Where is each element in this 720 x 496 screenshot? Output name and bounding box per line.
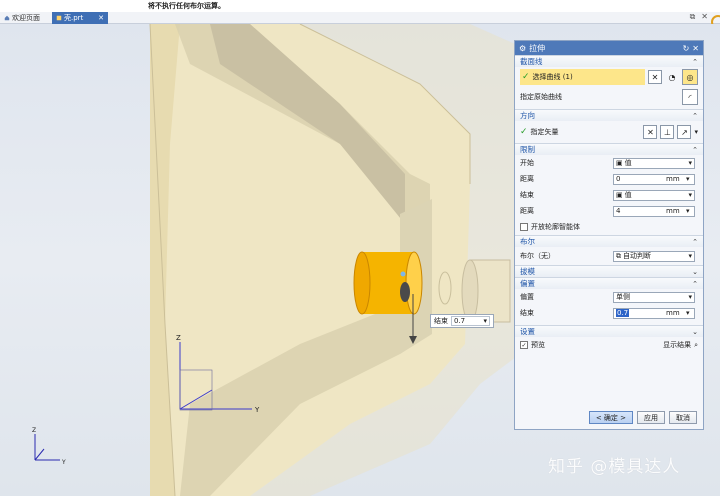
- section-header-offset[interactable]: 偏置 ⌃: [515, 277, 703, 289]
- limit-start-row: 开始 ▣ 值 ▾: [515, 155, 703, 171]
- check-icon: ✓: [520, 127, 528, 137]
- chevron-up-icon: ⌃: [692, 111, 698, 120]
- chevron-down-icon: ▾: [688, 159, 692, 167]
- specify-vector-row[interactable]: ✓ 指定矢量 ✕ ⊥ ↗ ▾: [515, 121, 703, 143]
- start-option-select[interactable]: ▣ 值 ▾: [613, 157, 695, 169]
- watermark: 知乎 @模具达人: [548, 457, 681, 477]
- extrude-dialog: ⚙ 拉伸 ↻ ✕ 截面线 ⌃ ✓ 选择曲线 (1) ✕ ◔ ◎ 指定原始曲线 ◜…: [514, 40, 704, 430]
- select-curve-row[interactable]: ✓ 选择曲线 (1) ✕ ◔ ◎: [515, 67, 703, 87]
- open-profile-checkbox[interactable]: [520, 223, 528, 231]
- start-label: 开始: [520, 159, 534, 167]
- tab-close-icon[interactable]: ✕: [98, 12, 104, 24]
- section-header-direction[interactable]: 方向 ⌃: [515, 109, 703, 121]
- chevron-down-icon: ▾: [688, 252, 692, 260]
- section-header-limits[interactable]: 限制 ⌃: [515, 143, 703, 155]
- close-icon[interactable]: ✕: [701, 12, 708, 22]
- limit-tip-label: 结束: [434, 317, 448, 325]
- end-distance-input[interactable]: 4 mm ▾: [613, 205, 695, 217]
- origin-curve-icon[interactable]: ◜: [682, 89, 698, 105]
- limit-tip-value-field[interactable]: 0.7 ▾: [451, 316, 490, 326]
- close-icon[interactable]: ✕: [692, 44, 699, 53]
- top-bar: 将不执行任何布尔运算。 欢迎页面 壳.prt ✕ ⧉ ✕: [0, 0, 720, 29]
- section-header-boolean[interactable]: 布尔 ⌃: [515, 235, 703, 247]
- offset-end-input[interactable]: 0.7 mm ▾: [613, 307, 695, 319]
- start-distance-label: 距离: [520, 175, 534, 183]
- chevron-down-icon[interactable]: ▾: [694, 128, 698, 136]
- boolean-option-select[interactable]: ⧉ 自动判断 ▾: [613, 250, 695, 262]
- boolean-label: 布尔（无）: [520, 252, 555, 260]
- specify-origin-curve-row[interactable]: 指定原始曲线 ◜: [515, 87, 703, 107]
- select-curve-label: 选择曲线 (1): [532, 73, 573, 81]
- preview-row: ✓ 预览 显示结果 ⌕: [515, 337, 703, 353]
- chevron-up-icon: ⌃: [692, 145, 698, 154]
- search-icon[interactable]: ⌕: [694, 341, 698, 350]
- chevron-up-icon: ⌃: [692, 279, 698, 288]
- offset-label: 偏置: [520, 293, 534, 301]
- offset-type-row: 偏置 单侧 ▾: [515, 289, 703, 305]
- csys-y-label: Y: [61, 459, 66, 466]
- cancel-button[interactable]: 取消: [669, 411, 697, 424]
- section-header-draft[interactable]: 拔模 ⌄: [515, 265, 703, 277]
- restore-icon[interactable]: ⧉: [690, 12, 696, 22]
- check-icon: ✓: [522, 72, 530, 82]
- dialog-title-bar: ⚙ 拉伸 ↻ ✕: [515, 41, 703, 55]
- limit-end-row: 结束 ▣ 值 ▾: [515, 187, 703, 203]
- open-profile-label: 开放轮廓智能体: [531, 223, 580, 231]
- start-distance-input[interactable]: 0 mm ▾: [613, 173, 695, 185]
- chevron-down-icon: ▾: [688, 191, 692, 199]
- boolean-row: 布尔（无） ⧉ 自动判断 ▾: [515, 247, 703, 265]
- limit-end-distance-row: 距离 4 mm ▾: [515, 203, 703, 219]
- preview-checkbox[interactable]: ✓: [520, 341, 528, 349]
- curve-icon[interactable]: ◎: [682, 69, 698, 85]
- offset-end-row: 结束 0.7 mm ▾: [515, 305, 703, 321]
- open-profile-row[interactable]: 开放轮廓智能体: [515, 219, 703, 235]
- limit-start-distance-row: 距离 0 mm ▾: [515, 171, 703, 187]
- vector-icon[interactable]: ↗: [677, 125, 692, 139]
- csys-z-label: Z: [32, 427, 36, 434]
- ok-button[interactable]: < 确定 >: [588, 411, 633, 424]
- reverse-direction-icon[interactable]: ⊥: [660, 125, 675, 139]
- preview-label: 预览: [531, 341, 545, 349]
- reset-icon[interactable]: ↻: [683, 44, 690, 53]
- offset-end-label: 结束: [520, 309, 534, 317]
- specify-vector-label: 指定矢量: [530, 128, 559, 136]
- chevron-up-icon: ⌃: [692, 237, 698, 246]
- tab-part[interactable]: 壳.prt ✕: [52, 12, 108, 24]
- value-icon: ▣: [616, 159, 623, 167]
- chevron-down-icon: ▾: [483, 317, 487, 325]
- chevron-down-icon: ⌄: [692, 327, 698, 336]
- chevron-down-icon: ⌄: [692, 267, 698, 276]
- chevron-down-icon: ▾: [686, 175, 690, 183]
- end-option-select[interactable]: ▣ 值 ▾: [613, 189, 695, 201]
- boolean-icon: ⧉: [616, 251, 621, 260]
- value-icon: ▣: [616, 191, 623, 199]
- chevron-down-icon: ▾: [686, 207, 690, 215]
- chevron-down-icon: ▾: [686, 309, 690, 317]
- home-icon: [4, 15, 10, 21]
- section-header-section-curve[interactable]: 截面线 ⌃: [515, 55, 703, 67]
- tab-welcome[interactable]: 欢迎页面: [0, 12, 50, 24]
- chevron-up-icon: ⌃: [692, 57, 698, 66]
- apply-button[interactable]: 应用: [637, 411, 665, 424]
- show-result-label[interactable]: 显示结果: [663, 340, 691, 350]
- dialog-title: 拉伸: [529, 43, 546, 53]
- tab-part-label: 壳.prt: [64, 14, 84, 22]
- window-controls: ⧉ ✕: [690, 12, 708, 22]
- section-header-settings[interactable]: 设置 ⌄: [515, 325, 703, 337]
- document-tab-strip: 欢迎页面 壳.prt ✕ ⧉ ✕: [0, 12, 720, 24]
- dialog-buttons: < 确定 > 应用 取消: [515, 411, 703, 424]
- status-message: 将不执行任何布尔运算。: [148, 2, 225, 10]
- limit-end-onscreen-input: 结束 0.7 ▾: [430, 314, 494, 328]
- tab-welcome-label: 欢迎页面: [12, 14, 40, 22]
- part-file-icon: [56, 15, 62, 21]
- chevron-down-icon: ▾: [688, 293, 692, 301]
- offset-option-select[interactable]: 单侧 ▾: [613, 291, 695, 303]
- specify-origin-curve-label: 指定原始曲线: [520, 93, 562, 101]
- sketch-icon[interactable]: ◔: [665, 70, 679, 84]
- deselect-icon[interactable]: ✕: [648, 70, 662, 84]
- end-distance-label: 距离: [520, 207, 534, 215]
- gear-icon[interactable]: ⚙: [519, 44, 526, 53]
- deselect-vector-icon[interactable]: ✕: [643, 125, 658, 139]
- end-label: 结束: [520, 191, 534, 199]
